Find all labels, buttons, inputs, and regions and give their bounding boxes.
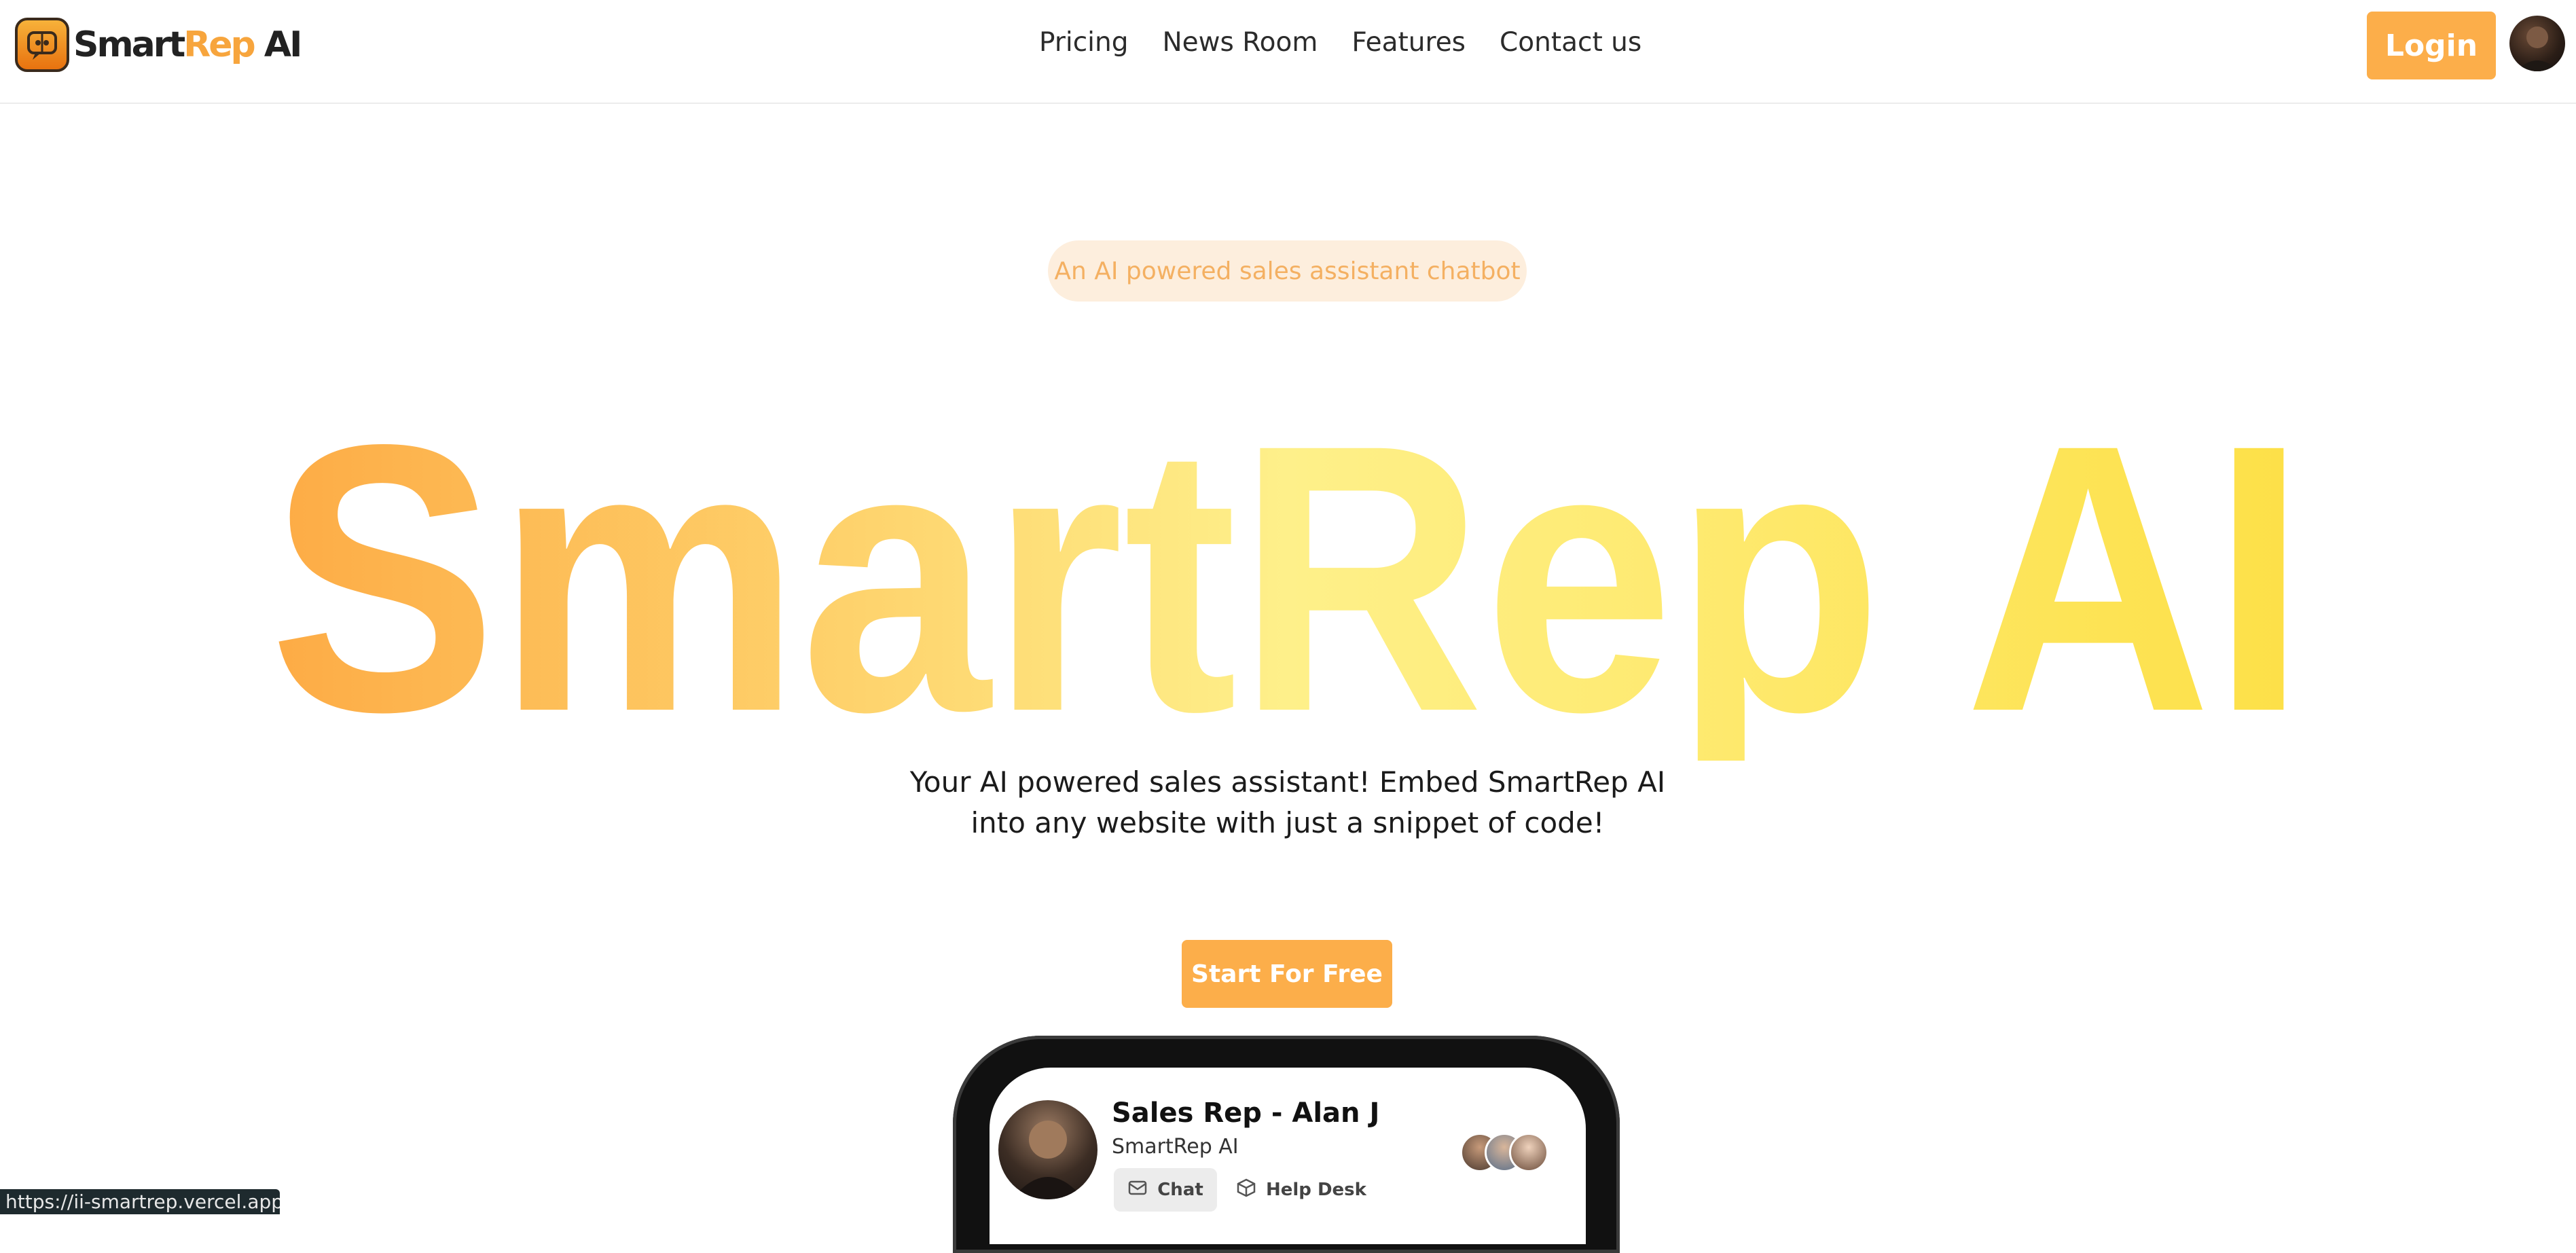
mail-icon xyxy=(1127,1178,1148,1203)
brand-name: SmartRep AI xyxy=(73,24,302,65)
main-menu: Pricing News Room Features Contact us xyxy=(1039,27,1641,58)
hero-title-text: SmartRep AI xyxy=(269,394,2306,761)
tab-help-desk-label: Help Desk xyxy=(1266,1180,1366,1200)
status-bar-url: https://ii-smartrep.vercel.app xyxy=(0,1189,280,1214)
sales-rep-avatar xyxy=(998,1100,1097,1199)
nav-pricing-link[interactable]: Pricing xyxy=(1039,27,1128,58)
nav-features-link[interactable]: Features xyxy=(1352,27,1466,58)
hero-badge: An AI powered sales assistant chatbot xyxy=(1048,240,1527,302)
tab-help-desk[interactable]: Help Desk xyxy=(1236,1168,1366,1212)
brand-logo[interactable]: SmartRep AI xyxy=(15,18,302,72)
nav-contact-link[interactable]: Contact us xyxy=(1500,27,1641,58)
start-for-free-button[interactable]: Start For Free xyxy=(1182,940,1392,1008)
top-navigation: SmartRep AI Pricing News Room Features C… xyxy=(0,0,2576,104)
user-avatar[interactable] xyxy=(2509,16,2565,71)
tab-chat[interactable]: Chat xyxy=(1114,1168,1217,1212)
nav-newsroom-link[interactable]: News Room xyxy=(1162,27,1318,58)
team-avatars xyxy=(1460,1133,1548,1172)
hero-subtitle: Your AI powered sales assistant! Embed S… xyxy=(909,765,1666,839)
login-button[interactable]: Login xyxy=(2367,12,2496,79)
hero-title: SmartRep AI xyxy=(269,394,2306,761)
brain-icon xyxy=(15,18,69,72)
sales-rep-name: Sales Rep - Alan J xyxy=(1112,1097,1380,1129)
box-icon xyxy=(1236,1178,1256,1203)
team-avatar xyxy=(1509,1133,1548,1172)
tab-chat-label: Chat xyxy=(1157,1180,1203,1200)
sales-rep-company: SmartRep AI xyxy=(1112,1135,1239,1159)
